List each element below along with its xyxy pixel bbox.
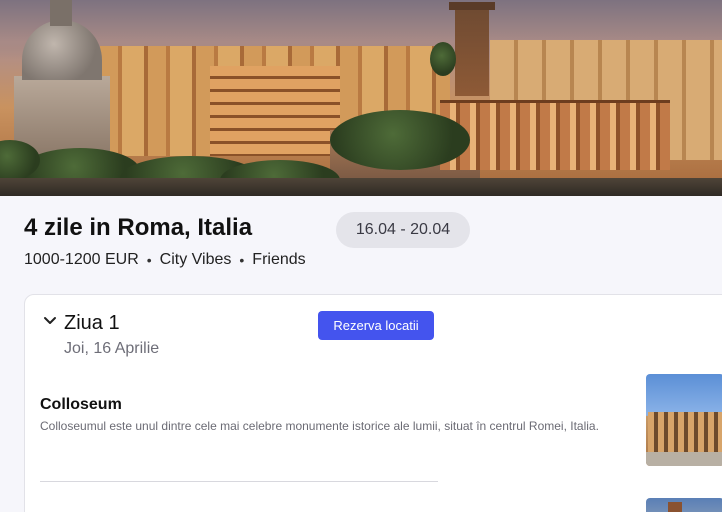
hero-image xyxy=(0,0,722,196)
day-title[interactable]: Ziua 1 xyxy=(64,312,120,335)
divider xyxy=(40,481,438,482)
chevron-down-icon[interactable] xyxy=(42,314,58,328)
place-name[interactable]: Colloseum xyxy=(40,396,122,414)
separator-dot: • xyxy=(146,252,152,268)
place-thumbnail[interactable] xyxy=(646,498,722,512)
trip-vibe: City Vibes xyxy=(159,251,232,268)
place-description: Colloseumul este unul dintre cele mai ce… xyxy=(40,419,599,433)
day-date: Joi, 16 Aprilie xyxy=(64,340,160,357)
trip-dates-badge: 16.04 - 20.04 xyxy=(336,212,470,248)
trip-title: 4 zile in Roma, Italia xyxy=(24,214,253,241)
book-locations-button[interactable]: Rezerva locatii xyxy=(318,311,434,340)
trip-company: Friends xyxy=(252,251,306,268)
place-thumbnail[interactable] xyxy=(646,374,722,466)
separator-dot: • xyxy=(239,252,245,268)
trip-budget: 1000-1200 EUR xyxy=(24,251,139,268)
trip-meta: 1000-1200 EUR • City Vibes • Friends xyxy=(24,251,306,269)
